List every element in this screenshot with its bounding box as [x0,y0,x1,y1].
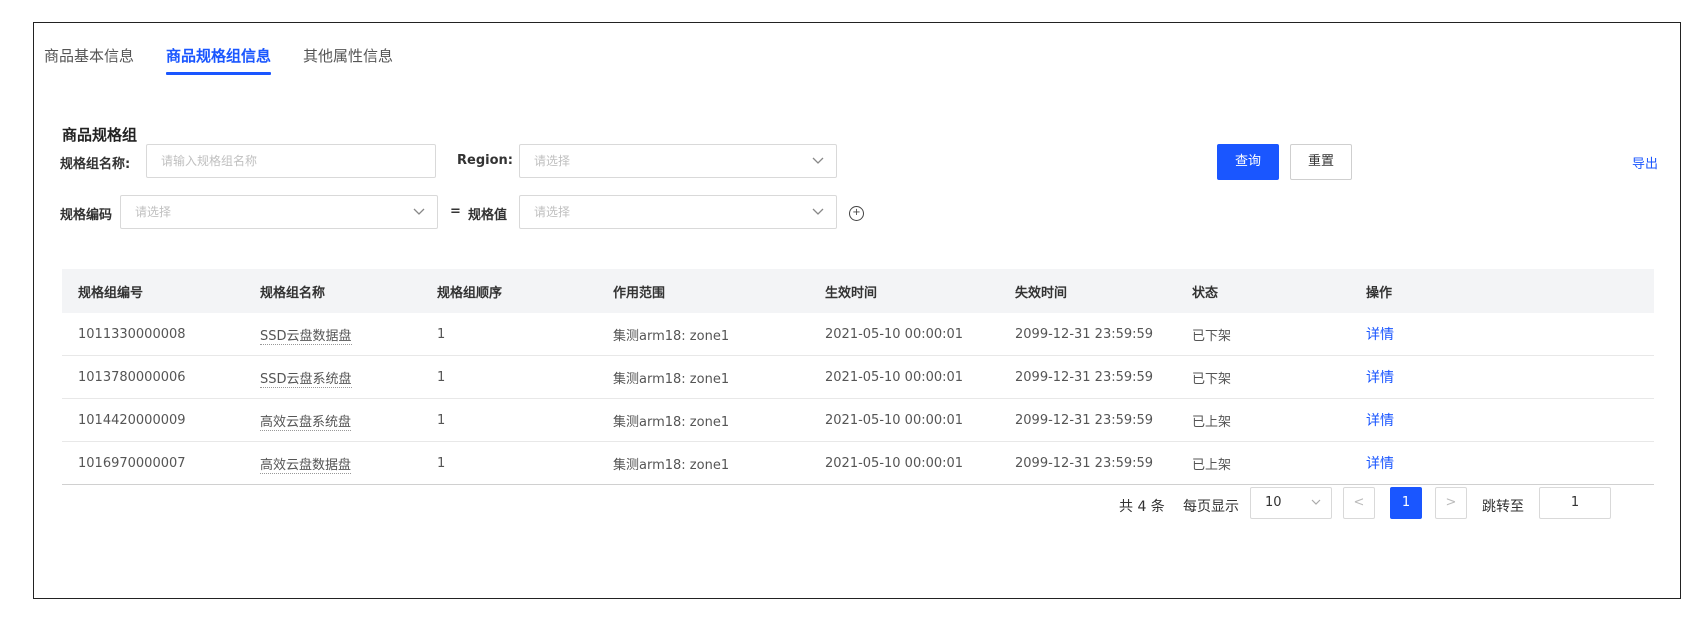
page-frame: 商品基本信息 商品规格组信息 其他属性信息 商品规格组 规格组名称: 请输入规格… [33,22,1681,599]
cell-effective-time: 2021-05-10 00:00:01 [825,412,964,428]
section-title: 商品规格组 [62,126,138,144]
cell-scope: 集测arm18: zone1 [613,414,730,430]
cell-group-order: 1 [437,369,446,385]
add-circle-icon[interactable]: + [849,206,864,221]
spec-code-select[interactable]: 请选择 [120,195,438,229]
cell-group-order: 1 [437,326,446,342]
spec-value-label: 规格值 [468,208,508,223]
export-link[interactable]: 导出 [1632,153,1658,172]
details-link[interactable]: 详情 [1366,327,1394,343]
per-page-select[interactable]: 10 [1250,487,1332,519]
cell-expire-time: 2099-12-31 23:59:59 [1015,412,1154,428]
cell-scope: 集测arm18: zone1 [613,371,730,387]
spec-code-placeholder: 请选择 [135,205,172,219]
cell-group-order: 1 [437,412,446,428]
chevron-down-icon [812,196,824,228]
cell-group-name[interactable]: 高效云盘数据盘 [244,454,421,474]
spec-code-label: 规格编码 [60,208,113,223]
next-page-button[interactable]: > [1435,487,1467,519]
chevron-down-icon [1311,488,1321,530]
cell-action: 详情 [1350,324,1654,344]
group-name-text: SSD云盘系统盘 [260,371,352,388]
tab-other-attributes[interactable]: 其他属性信息 [303,41,393,81]
cell-group-id: 1014420000009 [78,412,186,428]
header-effective-time: 生效时间 [825,285,878,301]
spec-group-table: 规格组编号 规格组名称 规格组顺序 作用范围 生效时间 失效时间 状态 操作 1… [62,269,1654,485]
header-group-order: 规格组顺序 [437,285,503,301]
jump-page-input[interactable]: 1 [1539,487,1611,519]
reset-button[interactable]: 重置 [1290,144,1352,180]
per-page-label: 每页显示 [1183,499,1239,515]
cell-effective-time: 2021-05-10 00:00:01 [825,369,964,385]
region-placeholder: 请选择 [534,154,571,168]
cell-status: 已上架 [1192,457,1232,473]
cell-group-name[interactable]: 高效云盘系统盘 [244,411,421,431]
header-expire-time: 失效时间 [1015,285,1068,301]
cell-effective-time: 2021-05-10 00:00:01 [825,455,964,471]
tab-spec-group-info[interactable]: 商品规格组信息 [166,41,272,81]
spec-value-placeholder: 请选择 [534,205,571,219]
query-button[interactable]: 查询 [1217,144,1279,180]
table-row: 1016970000007 高效云盘数据盘 1 集测arm18: zone1 2… [62,442,1654,485]
cell-scope: 集测arm18: zone1 [613,457,730,473]
group-name-text: 高效云盘系统盘 [260,414,352,431]
cell-group-id: 1013780000006 [78,369,186,385]
table-row: 1013780000006 SSD云盘系统盘 1 集测arm18: zone1 … [62,356,1654,399]
cell-status: 已上架 [1192,414,1232,430]
cell-action: 详情 [1350,367,1654,387]
header-group-id: 规格组编号 [78,285,144,301]
group-name-text: SSD云盘数据盘 [260,328,352,345]
per-page-value: 10 [1265,495,1282,510]
prev-page-button[interactable]: < [1343,487,1375,519]
cell-effective-time: 2021-05-10 00:00:01 [825,326,964,342]
group-name-text: 高效云盘数据盘 [260,457,352,474]
total-count: 共 4 条 [1119,499,1165,515]
cell-group-name[interactable]: SSD云盘数据盘 [244,325,421,345]
cell-group-order: 1 [437,455,446,471]
header-scope: 作用范围 [613,285,666,301]
region-select[interactable]: 请选择 [519,144,837,178]
cell-expire-time: 2099-12-31 23:59:59 [1015,455,1154,471]
cell-status: 已下架 [1192,371,1232,387]
equals-sign: = [450,204,461,219]
group-name-label: 规格组名称: [60,157,131,172]
cell-scope: 集测arm18: zone1 [613,328,730,344]
cell-group-id: 1016970000007 [78,455,186,471]
cell-group-name[interactable]: SSD云盘系统盘 [244,368,421,388]
header-status: 状态 [1192,285,1219,301]
page-1-button[interactable]: 1 [1390,487,1422,519]
cell-expire-time: 2099-12-31 23:59:59 [1015,326,1154,342]
table-header: 规格组编号 规格组名称 规格组顺序 作用范围 生效时间 失效时间 状态 操作 [62,269,1654,313]
region-label: Region: [457,153,513,168]
tab-basic-info[interactable]: 商品基本信息 [44,41,134,81]
table-row: 1014420000009 高效云盘系统盘 1 集测arm18: zone1 2… [62,399,1654,442]
header-action: 操作 [1366,285,1393,301]
spec-value-select[interactable]: 请选择 [519,195,837,229]
details-link[interactable]: 详情 [1366,370,1394,386]
cell-group-id: 1011330000008 [78,326,186,342]
details-link[interactable]: 详情 [1366,413,1394,429]
chevron-down-icon [812,145,824,177]
tab-bar: 商品基本信息 商品规格组信息 其他属性信息 [44,41,425,99]
table-row: 1011330000008 SSD云盘数据盘 1 集测arm18: zone1 … [62,313,1654,356]
cell-status: 已下架 [1192,328,1232,344]
chevron-down-icon [413,196,425,228]
cell-expire-time: 2099-12-31 23:59:59 [1015,369,1154,385]
cell-action: 详情 [1350,453,1654,473]
details-link[interactable]: 详情 [1366,456,1394,472]
jump-label: 跳转至 [1482,499,1524,515]
header-group-name: 规格组名称 [260,285,326,301]
cell-action: 详情 [1350,410,1654,430]
group-name-input[interactable]: 请输入规格组名称 [146,144,436,178]
